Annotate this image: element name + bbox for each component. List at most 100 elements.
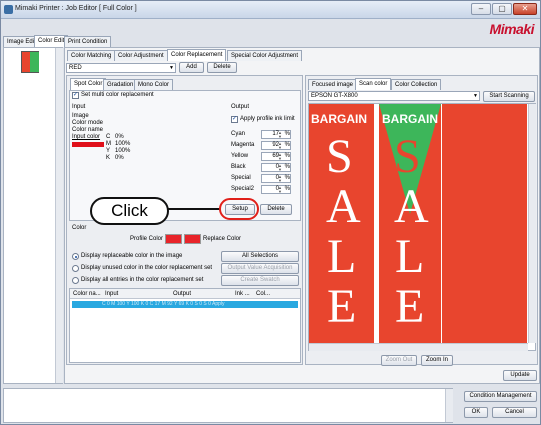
input-color-swatch — [72, 142, 104, 147]
input-image-label: Image — [72, 113, 89, 119]
display-unused-label: Display unused color in the color replac… — [81, 265, 213, 271]
scanner-select[interactable]: EPSON GT-X800 ▼ — [308, 91, 480, 101]
chevron-down-icon: ▼ — [169, 65, 174, 71]
tab-scan-color[interactable]: Scan color — [355, 78, 392, 90]
col-output[interactable]: Output — [173, 291, 191, 298]
cancel-button[interactable]: Cancel — [492, 407, 537, 418]
output-cyan-label: Cyan — [231, 131, 246, 137]
output-yellow-label: Yellow — [231, 153, 249, 159]
zoom-out-button[interactable]: Zoom Out — [381, 355, 417, 366]
chevron-down-icon: ▼ — [473, 93, 478, 99]
all-selections-button[interactable]: All Selections — [221, 251, 299, 262]
output-yellow-field[interactable]: 69 ▲ ▼% — [261, 152, 291, 161]
thumbnail-panel — [3, 47, 63, 384]
tab-color-matching[interactable]: Color Matching — [67, 50, 116, 61]
profile-color-swatch — [165, 234, 182, 244]
output-magenta-field[interactable]: 92 ▲ ▼% — [261, 141, 291, 150]
maximize-button[interactable]: ▢ — [492, 3, 512, 15]
output-cyan-field[interactable]: 17 ▲ ▼% — [261, 130, 291, 139]
zoom-in-button[interactable]: Zoom In — [421, 355, 453, 366]
cmyk-k-val: 0% — [115, 155, 124, 161]
cmyk-m-key: M — [106, 141, 111, 147]
table-row-text: C 0 M 100 Y 100 K 0 C 17 M 92 Y 69 K 0 S… — [102, 301, 225, 307]
callout-line — [168, 208, 220, 210]
poster-edge — [442, 104, 527, 343]
start-scanning-button[interactable]: Start Scanning — [483, 91, 535, 102]
click-callout: Click — [90, 197, 169, 225]
output-magenta-label: Magenta — [231, 142, 255, 148]
output-black-field[interactable]: 0 ▲ ▼% — [261, 163, 291, 172]
col-color-name[interactable]: Color na... — [73, 291, 101, 298]
add-button[interactable]: Add — [179, 62, 204, 73]
minimize-button[interactable]: – — [471, 3, 491, 15]
display-unused-radio[interactable] — [72, 265, 79, 272]
output-header: Output — [231, 104, 250, 110]
cmyk-y-val: 100% — [115, 148, 131, 154]
preview-scrollbar-h[interactable] — [309, 343, 528, 351]
message-scrollbar[interactable] — [445, 389, 453, 422]
col-color[interactable]: Col... — [256, 291, 270, 298]
ink-limit-checkbox[interactable]: ✓ — [231, 116, 238, 123]
thumbnail-image[interactable] — [21, 51, 39, 73]
cmyk-k-key: K — [106, 155, 111, 161]
brand-logo: Mimaki — [489, 21, 535, 37]
setup-highlight-ring — [219, 198, 259, 220]
display-replaceable-radio[interactable] — [72, 253, 79, 260]
close-button[interactable]: ✕ — [513, 3, 537, 15]
tab-mono-color[interactable]: Mono Color — [134, 79, 174, 90]
input-header: Input — [72, 104, 86, 110]
cmyk-m-val: 100% — [115, 141, 131, 147]
color-section-header: Color — [72, 225, 87, 231]
sale-right-e: E — [395, 280, 425, 333]
color-set-select[interactable]: RED ▼ — [66, 63, 176, 73]
sale-right-s: S — [394, 130, 421, 183]
multi-replace-checkbox[interactable]: ✓ — [72, 92, 79, 99]
col-input[interactable]: Input — [105, 291, 118, 298]
update-button[interactable]: Update — [503, 370, 537, 381]
input-color-mode-label: Color mode — [72, 120, 104, 126]
window-title: Mimaki Printer : Job Editor [ Full Color… — [15, 5, 137, 12]
display-all-label: Display all entries in the color replace… — [81, 277, 204, 283]
delete-entry-button[interactable]: Delete — [260, 204, 292, 215]
table-row[interactable]: C 0 M 100 Y 100 K 0 C 17 M 92 Y 69 K 0 S… — [72, 301, 298, 308]
color-set-value: RED — [69, 65, 82, 71]
condition-management-button[interactable]: Condition Management — [464, 391, 537, 402]
tab-color-replacement[interactable]: Color Replacement — [167, 49, 227, 61]
tab-special-color-adjustment[interactable]: Special Color Adjustment — [227, 50, 303, 61]
bargain-right: BARGAIN — [382, 112, 438, 126]
output-black-label: Black — [231, 164, 246, 170]
col-ink[interactable]: Ink ... — [235, 291, 250, 298]
preview-scrollbar-v[interactable] — [528, 104, 536, 343]
tab-spot-color[interactable]: Spot Color — [70, 78, 107, 90]
ok-button[interactable]: OK — [464, 407, 488, 418]
delete-set-button[interactable]: Delete — [207, 62, 237, 73]
tab-color-adjustment[interactable]: Color Adjustment — [114, 50, 168, 61]
sale-left-e: E — [327, 280, 357, 333]
tab-color-collection[interactable]: Color Collection — [391, 79, 442, 90]
tab-focused-image[interactable]: Focused image — [308, 79, 358, 90]
tab-print-condition[interactable]: Print Condition — [64, 36, 112, 47]
thumbnail-scrollbar[interactable] — [55, 48, 63, 383]
sale-right-a: A — [394, 180, 429, 233]
output-special-field[interactable]: 0 ▲ ▼% — [261, 174, 291, 183]
replace-color-label: Replace Color — [203, 236, 242, 242]
app-window: Mimaki Printer : Job Editor [ Full Color… — [0, 0, 541, 425]
message-area — [3, 388, 453, 423]
sale-left-a: A — [326, 180, 361, 233]
multi-replace-label: Set multi color replacement — [81, 92, 154, 98]
output-special2-field[interactable]: 0 ▲ ▼% — [261, 185, 291, 194]
display-all-radio[interactable] — [72, 277, 79, 284]
create-swatch-button[interactable]: Create Swatch — [221, 275, 299, 286]
replace-color-swatch — [184, 234, 201, 244]
output-value-acquisition-button[interactable]: Output Value Acquisition — [221, 263, 299, 274]
scanner-value: EPSON GT-X800 — [311, 93, 358, 99]
sale-right-l: L — [395, 230, 425, 283]
cmyk-y-key: Y — [106, 148, 111, 154]
sale-left-s: S — [326, 130, 353, 183]
replacement-table: Color na... Input Output Ink ... Col... … — [69, 288, 301, 363]
ink-limit-label: Apply profile ink limit — [240, 116, 295, 122]
tab-gradation[interactable]: Gradation — [103, 79, 138, 90]
cmyk-c-val: 0% — [115, 134, 124, 140]
output-special-label: Special — [231, 175, 251, 181]
input-color-name-label: Color name — [72, 127, 104, 133]
